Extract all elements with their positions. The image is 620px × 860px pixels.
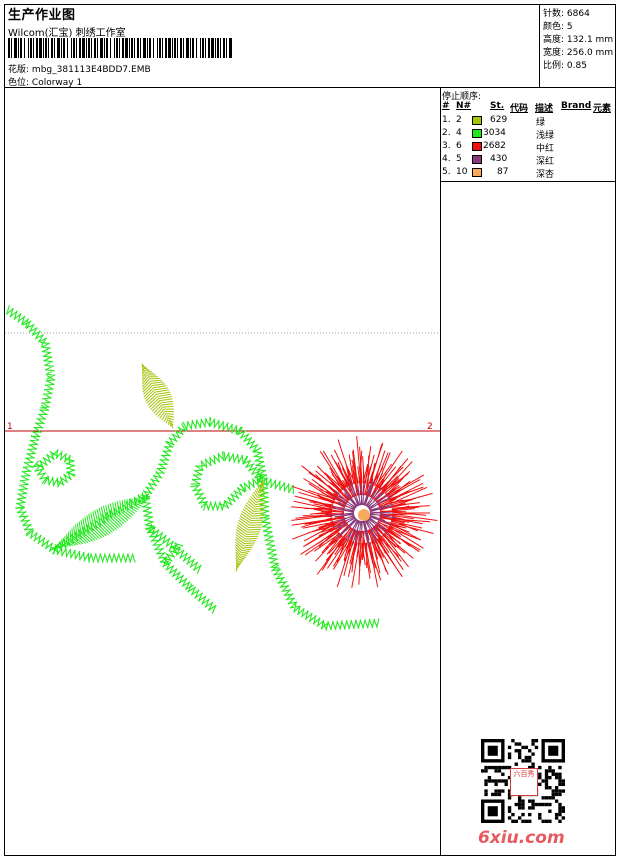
color-swatch [472, 142, 482, 151]
guide-end-marker: 2 [427, 422, 433, 432]
embroidery-design-canvas [5, 305, 440, 631]
table-row: 2. 4 3034 浅绿 [442, 128, 555, 141]
stat-height: 高度: 132.1 mm [543, 35, 614, 45]
software-name: Wilcom(汇宝) 刺绣工作室 [8, 28, 126, 39]
color-swatch [472, 168, 482, 177]
seal-text: 六百秀 [513, 770, 535, 778]
stat-colors: 颜色: 5 [543, 22, 573, 32]
col-header-element: 元素 [593, 104, 612, 114]
color-swatch [472, 116, 482, 125]
table-row: 5. 10 87 深杏 [442, 167, 555, 180]
sidebar-divider [440, 87, 441, 856]
flower-motif [291, 435, 438, 588]
col-header-brand: Brand [561, 101, 592, 111]
table-row: 4. 5 430 深红 [442, 154, 555, 167]
col-header-code: 代码 [510, 104, 529, 114]
table-bottom-rule [440, 181, 616, 182]
col-header-stitches: St. [490, 101, 505, 111]
design-label: 花版: [8, 65, 30, 75]
color-swatch [472, 155, 482, 164]
col-header-index: # [442, 101, 450, 111]
vine-stems [5, 305, 380, 631]
stat-scale: 比例: 0.85 [543, 61, 587, 71]
design-line: 花版: mbg_381113E4BDD7.EMB [8, 62, 151, 75]
col-header-description: 描述 [535, 104, 554, 114]
col-header-needle: N# [456, 101, 472, 111]
page-title: 生产作业图 [8, 8, 76, 23]
table-row: 3. 6 2682 中红 [442, 141, 555, 154]
stat-width: 宽度: 256.0 mm [543, 48, 614, 58]
guide-start-marker: 1 [7, 422, 13, 432]
stats-divider [539, 4, 540, 87]
seal-stamp: 六百秀 [510, 768, 538, 796]
design-file: mbg_381113E4BDD7.EMB [31, 65, 151, 75]
barcode [8, 38, 232, 58]
stat-stitches: 针数: 6864 [543, 9, 590, 19]
site-logo: 6xiu.com [478, 828, 565, 848]
color-swatch [472, 129, 482, 138]
table-row: 1. 2 629 绿 [442, 115, 546, 128]
